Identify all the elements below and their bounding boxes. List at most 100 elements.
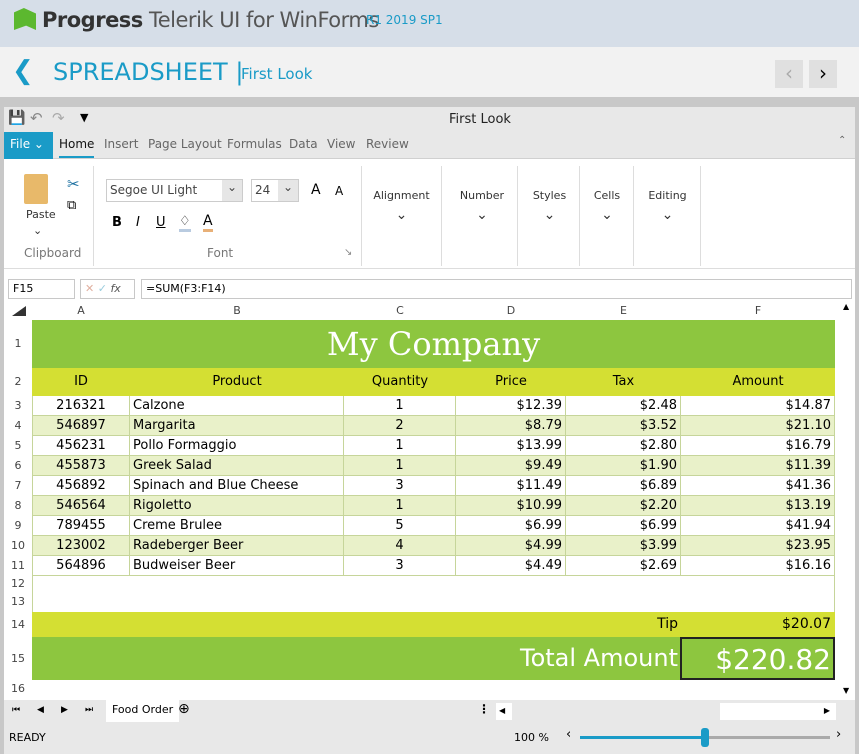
column-header-C[interactable]: C	[344, 302, 456, 319]
column-title-tax[interactable]: Tax	[566, 368, 681, 396]
font-size-select[interactable]: 24 ⌄	[251, 179, 299, 202]
table-cell[interactable]: 789455	[32, 516, 130, 536]
table-cell[interactable]: $4.99	[456, 536, 566, 556]
name-box[interactable]: F15	[8, 279, 75, 299]
row-header-8[interactable]: 8	[4, 496, 32, 516]
tip-label[interactable]: Tip	[560, 612, 678, 637]
group-alignment-button[interactable]: Alignment	[370, 189, 433, 202]
table-cell[interactable]: 455873	[32, 456, 130, 476]
row-header-11[interactable]: 11	[4, 556, 32, 576]
confirm-icon[interactable]: ✓	[98, 282, 107, 295]
chevron-down-icon[interactable]: ⌄	[33, 224, 42, 237]
chevron-down-icon[interactable]: ⌄	[370, 207, 433, 223]
group-cells-button[interactable]: Cells	[589, 189, 625, 202]
underline-button[interactable]: U	[156, 215, 166, 230]
column-header-D[interactable]: D	[456, 302, 566, 319]
row-header-4[interactable]: 4	[4, 416, 32, 436]
table-cell[interactable]: $9.49	[456, 456, 566, 476]
scroll-down-icon[interactable]: ▼	[843, 686, 849, 695]
zoom-slider[interactable]	[580, 728, 830, 747]
table-cell[interactable]: 564896	[32, 556, 130, 576]
table-cell[interactable]: $6.89	[566, 476, 681, 496]
table-cell[interactable]: $3.99	[566, 536, 681, 556]
bold-button[interactable]: B	[112, 215, 122, 230]
add-sheet-icon[interactable]: ⊕	[178, 701, 190, 717]
row-header-1[interactable]: 1	[4, 320, 32, 368]
prev-sheet-icon[interactable]: ◀	[37, 705, 44, 715]
row-header-6[interactable]: 6	[4, 456, 32, 476]
table-cell[interactable]: 123002	[32, 536, 130, 556]
group-editing-button[interactable]: Editing	[643, 189, 692, 202]
paste-button[interactable]: Paste	[26, 208, 56, 221]
tab-data[interactable]: Data	[289, 137, 318, 151]
file-tab[interactable]: File ⌄	[4, 132, 53, 159]
table-cell[interactable]: 1	[344, 456, 456, 476]
table-cell[interactable]: 216321	[32, 396, 130, 416]
table-cell[interactable]: 3	[344, 556, 456, 576]
undo-icon[interactable]: ↶	[30, 109, 43, 127]
cut-icon[interactable]: ✂	[67, 175, 80, 193]
column-title-amount[interactable]: Amount	[681, 368, 835, 396]
column-header-F[interactable]: F	[681, 302, 835, 319]
chevron-down-icon[interactable]: ⌄	[589, 207, 625, 223]
table-cell[interactable]: 456231	[32, 436, 130, 456]
group-styles-button[interactable]: Styles	[528, 189, 571, 202]
table-cell[interactable]: $14.87	[681, 396, 835, 416]
row-header-7[interactable]: 7	[4, 476, 32, 496]
select-all-icon[interactable]	[12, 306, 26, 316]
tab-review[interactable]: Review	[366, 137, 409, 151]
zoom-slider-thumb[interactable]	[701, 728, 709, 747]
table-cell[interactable]: 456892	[32, 476, 130, 496]
table-cell[interactable]: Budweiser Beer	[130, 556, 344, 576]
column-title-id[interactable]: ID	[32, 368, 130, 396]
table-cell[interactable]: Radeberger Beer	[130, 536, 344, 556]
customize-dropdown-icon[interactable]: ▼	[80, 111, 88, 124]
scroll-up-icon[interactable]: ▲	[843, 302, 849, 311]
tip-value[interactable]: $20.07	[681, 612, 831, 637]
scroll-left-icon[interactable]: ◀	[496, 703, 512, 720]
zoom-in-icon[interactable]: ›	[836, 727, 841, 742]
table-cell[interactable]: $6.99	[456, 516, 566, 536]
next-sheet-icon[interactable]: ▶	[61, 705, 68, 715]
redo-icon[interactable]: ↷	[52, 109, 65, 127]
collapse-ribbon-icon[interactable]: ⌃	[838, 135, 846, 146]
sheet-tab-food-order[interactable]: Food Order	[106, 700, 180, 722]
last-sheet-icon[interactable]: ⏭	[85, 705, 93, 715]
save-icon[interactable]: 💾	[8, 110, 25, 126]
row-header-2[interactable]: 2	[4, 368, 32, 396]
shrink-font-button[interactable]: A	[335, 184, 343, 198]
total-label[interactable]: Total Amount	[440, 637, 678, 680]
row-header-10[interactable]: 10	[4, 536, 32, 556]
fill-color-icon[interactable]: ♢	[179, 214, 191, 232]
group-number-button[interactable]: Number	[455, 189, 509, 202]
table-cell[interactable]: Creme Brulee	[130, 516, 344, 536]
table-cell[interactable]: Rigoletto	[130, 496, 344, 516]
table-cell[interactable]: Spinach and Blue Cheese	[130, 476, 344, 496]
table-cell[interactable]: $10.99	[456, 496, 566, 516]
table-cell[interactable]: 1	[344, 436, 456, 456]
table-cell[interactable]: $13.99	[456, 436, 566, 456]
table-cell[interactable]: Calzone	[130, 396, 344, 416]
table-cell[interactable]: 2	[344, 416, 456, 436]
tab-page-layout[interactable]: Page Layout	[148, 137, 222, 151]
tab-view[interactable]: View	[327, 137, 355, 151]
table-cell[interactable]: $13.19	[681, 496, 835, 516]
table-cell[interactable]: 546897	[32, 416, 130, 436]
table-cell[interactable]: Margarita	[130, 416, 344, 436]
table-cell[interactable]: $2.20	[566, 496, 681, 516]
table-cell[interactable]: $4.49	[456, 556, 566, 576]
table-cell[interactable]: $23.95	[681, 536, 835, 556]
table-cell[interactable]: 3	[344, 476, 456, 496]
table-cell[interactable]: $3.52	[566, 416, 681, 436]
table-cell[interactable]: Pollo Formaggio	[130, 436, 344, 456]
row-header-15[interactable]: 15	[4, 637, 32, 680]
tab-home[interactable]: Home	[59, 137, 95, 158]
chevron-down-icon[interactable]: ⌄	[643, 207, 692, 223]
row-header-3[interactable]: 3	[4, 396, 32, 416]
prev-button[interactable]: ‹	[775, 60, 803, 88]
chevron-down-icon[interactable]: ⌄	[455, 207, 509, 223]
next-button[interactable]: ›	[809, 60, 837, 88]
chevron-down-icon[interactable]: ⌄	[528, 207, 571, 223]
row-header-5[interactable]: 5	[4, 436, 32, 456]
tab-insert[interactable]: Insert	[104, 137, 138, 151]
